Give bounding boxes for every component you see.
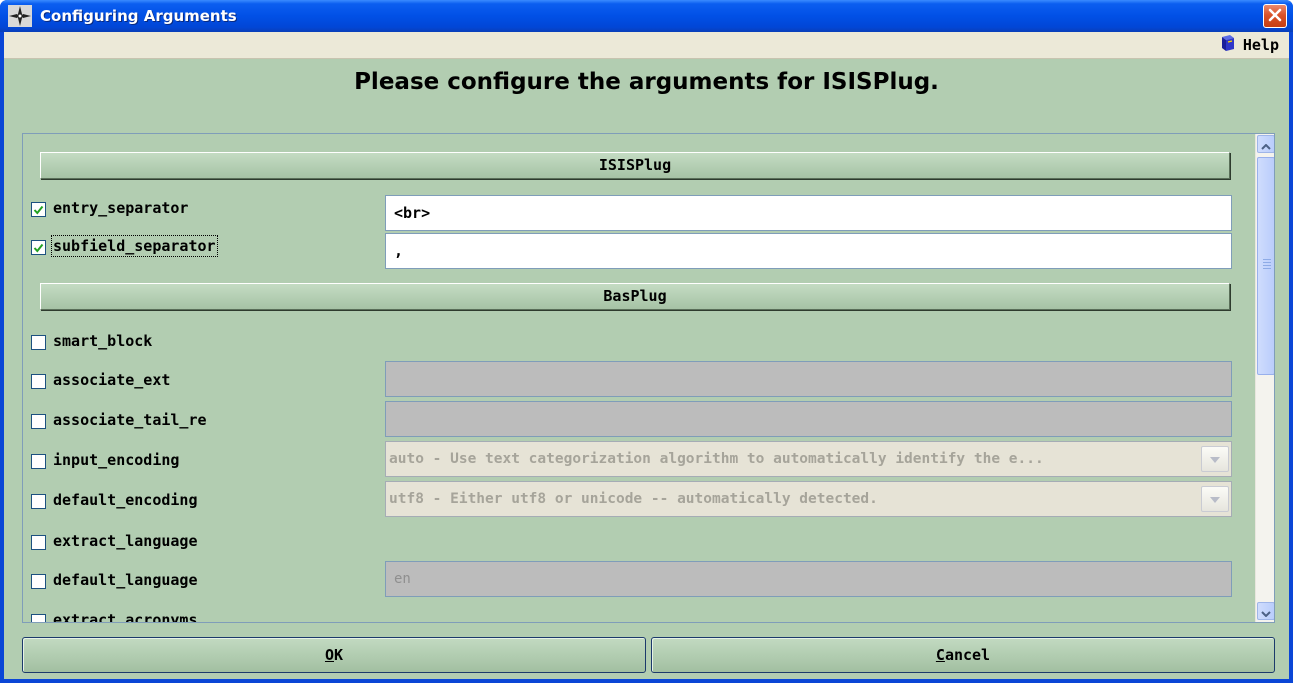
input-encoding-dropdown-button[interactable] bbox=[1201, 446, 1229, 472]
default-encoding-dropdown-button[interactable] bbox=[1201, 486, 1229, 512]
close-icon bbox=[1268, 7, 1282, 26]
associate-tail-re-checkbox[interactable] bbox=[31, 414, 46, 429]
app-compass-icon bbox=[8, 5, 32, 27]
chevron-down-icon bbox=[1210, 482, 1220, 516]
page-title: Please configure the arguments for ISISP… bbox=[354, 69, 939, 95]
scroll-thumb[interactable] bbox=[1257, 157, 1274, 375]
window-title: Configuring Arguments bbox=[40, 7, 237, 25]
section-header-isisplug[interactable]: ISISPlug bbox=[40, 152, 1230, 179]
ok-mnemonic: O bbox=[324, 646, 334, 664]
extract-acronyms-checkbox[interactable] bbox=[31, 614, 46, 622]
entry-separator-label: entry_separator bbox=[53, 199, 189, 217]
arguments-scroll-panel[interactable]: ISISPlug entry_separator <br> subfield_s… bbox=[22, 133, 1275, 623]
checkmark-icon bbox=[33, 205, 44, 215]
cancel-button[interactable]: Cancel bbox=[651, 637, 1275, 673]
default-language-input[interactable]: en bbox=[385, 561, 1232, 597]
default-encoding-value: utf8 - Either utf8 or unicode -- automat… bbox=[389, 491, 878, 507]
input-encoding-label: input_encoding bbox=[53, 451, 180, 469]
input-encoding-select[interactable]: auto - Use text categorization algorithm… bbox=[385, 441, 1232, 477]
default-encoding-checkbox[interactable] bbox=[31, 494, 46, 509]
scroll-down-button[interactable] bbox=[1257, 602, 1274, 621]
chevron-up-icon bbox=[1261, 135, 1271, 154]
thumb-grip-line bbox=[1263, 268, 1271, 269]
section-header-basplug[interactable]: BasPlug bbox=[40, 283, 1230, 310]
thumb-grip-line bbox=[1263, 259, 1271, 260]
vertical-scrollbar[interactable] bbox=[1255, 134, 1274, 622]
cancel-mnemonic: C bbox=[935, 646, 945, 664]
entry-separator-input[interactable]: <br> bbox=[385, 195, 1232, 231]
default-language-checkbox[interactable] bbox=[31, 574, 46, 589]
cancel-label-rest: ancel bbox=[944, 646, 991, 664]
extract-language-checkbox[interactable] bbox=[31, 535, 46, 550]
smart-block-label: smart_block bbox=[53, 332, 153, 350]
chevron-down-icon bbox=[1261, 602, 1271, 621]
menu-bar: Help bbox=[4, 32, 1289, 59]
extract-acronyms-label: extract_acronyms bbox=[53, 611, 198, 623]
subfield-separator-label: subfield_separator bbox=[51, 235, 218, 257]
input-encoding-value: auto - Use text categorization algorithm… bbox=[389, 451, 1044, 467]
thumb-grip-line bbox=[1263, 265, 1271, 266]
chevron-down-icon bbox=[1210, 442, 1220, 476]
input-encoding-checkbox[interactable] bbox=[31, 454, 46, 469]
associate-tail-re-label: associate_tail_re bbox=[53, 411, 207, 429]
thumb-grip-line bbox=[1263, 262, 1271, 263]
ok-label-rest: K bbox=[334, 646, 344, 664]
associate-tail-re-input[interactable] bbox=[385, 401, 1232, 437]
default-encoding-select[interactable]: utf8 - Either utf8 or unicode -- automat… bbox=[385, 481, 1232, 517]
subfield-separator-checkbox[interactable] bbox=[31, 240, 46, 255]
dialog-window: Configuring Arguments Help Please config… bbox=[0, 0, 1293, 683]
associate-ext-checkbox[interactable] bbox=[31, 374, 46, 389]
associate-ext-input[interactable] bbox=[385, 361, 1232, 397]
checkmark-icon bbox=[33, 243, 44, 253]
smart-block-checkbox[interactable] bbox=[31, 335, 46, 350]
default-encoding-label: default_encoding bbox=[53, 491, 198, 509]
title-bar[interactable]: Configuring Arguments bbox=[0, 0, 1293, 32]
close-button[interactable] bbox=[1263, 4, 1287, 28]
arg-row-extract-acronyms: extract_acronyms bbox=[31, 607, 1251, 623]
arg-row-smart-block: smart_block bbox=[31, 328, 1251, 358]
help-menu-label: Help bbox=[1242, 36, 1279, 54]
extract-language-label: extract_language bbox=[53, 532, 198, 550]
arguments-list: ISISPlug entry_separator <br> subfield_s… bbox=[23, 134, 1255, 623]
arg-row-extract-language: extract_language bbox=[31, 528, 1251, 558]
dialog-client-area: Help Please configure the arguments for … bbox=[4, 32, 1289, 679]
scroll-up-button[interactable] bbox=[1257, 135, 1274, 154]
ok-button[interactable]: OK bbox=[22, 637, 646, 673]
help-menu[interactable]: Help bbox=[1219, 35, 1279, 55]
help-book-icon bbox=[1219, 34, 1237, 56]
default-language-label: default_language bbox=[53, 571, 198, 589]
entry-separator-checkbox[interactable] bbox=[31, 202, 46, 217]
associate-ext-label: associate_ext bbox=[53, 371, 171, 389]
subfield-separator-input[interactable]: , bbox=[385, 233, 1232, 269]
